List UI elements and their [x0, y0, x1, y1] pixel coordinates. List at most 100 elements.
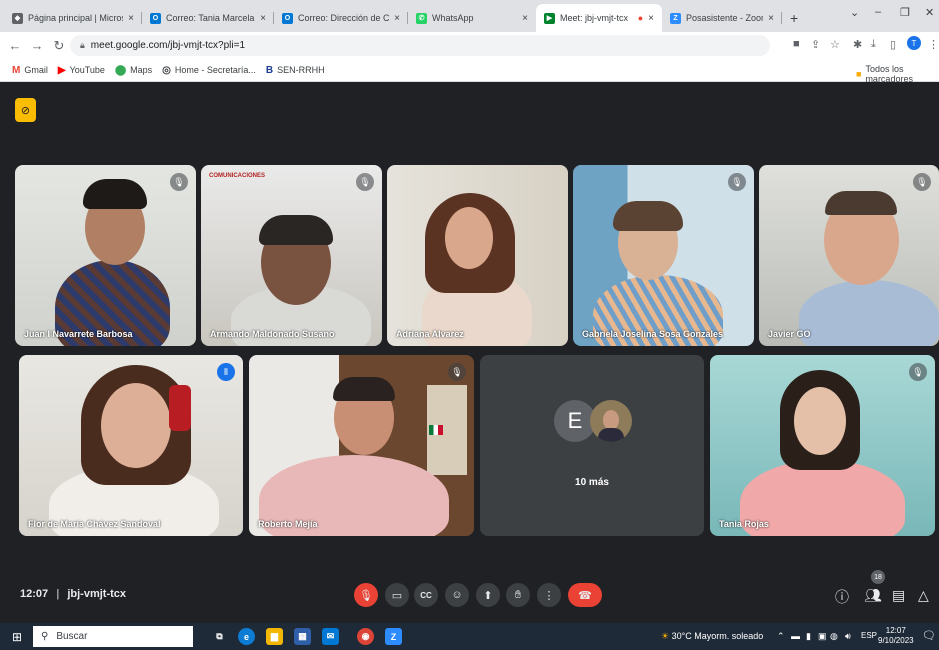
reload-icon[interactable]: ↻ — [48, 38, 70, 54]
menu-icon[interactable]: ⋮ — [928, 38, 939, 51]
camera-toggle-button[interactable]: ▭ — [385, 583, 409, 607]
usb-icon[interactable]: ▮ — [806, 631, 811, 642]
display-icon[interactable]: ▣ — [818, 631, 827, 642]
weather-widget[interactable]: ☀ 30°C Mayorm. soleado — [661, 631, 763, 642]
bookmark-item[interactable]: ▶ YouTube — [58, 65, 105, 76]
taskbar-search[interactable]: ⚲ Buscar — [33, 626, 193, 647]
tab-close-icon[interactable]: × — [522, 13, 528, 24]
tab-title: Posasistente - Zoom — [686, 13, 764, 23]
mic-muted-icon: 🎙︎ — [170, 173, 188, 191]
tab-close-icon[interactable]: × — [260, 13, 266, 24]
bookmark-item[interactable]: B SEN-RRHH — [266, 65, 325, 76]
mail-icon[interactable]: ✉ — [322, 628, 339, 645]
tab-favicon-icon: ✆ — [416, 12, 427, 24]
bookmark-item[interactable]: ⬤ Maps — [115, 65, 152, 76]
participant-tile[interactable]: 🎙︎ Gabriela Joselina Sosa Gonzales — [573, 165, 754, 346]
reactions-button[interactable]: ☺ — [445, 583, 469, 607]
captions-button[interactable]: CC — [414, 583, 438, 607]
activities-icon[interactable]: △ — [918, 587, 929, 604]
tab-search-icon[interactable]: ⌄ — [850, 6, 859, 19]
speaking-indicator-icon: ⦀ — [217, 363, 235, 381]
close-window-icon[interactable]: ✕ — [925, 6, 934, 19]
chat-icon[interactable]: ▤ — [892, 587, 905, 604]
bookmarks-bar: M Gmail ▶ YouTube ⬤ Maps ◎ Home - Secretaría...… — [0, 59, 939, 82]
raise-hand-button[interactable]: ✋︎ — [506, 583, 530, 607]
profile-avatar[interactable]: T — [907, 36, 921, 50]
tab-close-icon[interactable]: × — [648, 13, 654, 24]
volume-icon[interactable]: 🔊︎ — [845, 631, 851, 642]
folder-icon: ■ — [856, 69, 862, 79]
url-text: meet.google.com/jbj-vmjt-tcx?pli=1 — [90, 40, 246, 51]
wifi-icon[interactable]: ◍ — [830, 631, 838, 642]
participant-tile[interactable]: 🎙︎ Javier GO — [759, 165, 939, 346]
restore-icon[interactable]: ❐ — [900, 6, 910, 19]
mic-muted-icon: 🎙︎ — [913, 173, 931, 191]
browser-tab[interactable]: O Correo: Tania Marcela Rojas × — [142, 4, 274, 32]
lock-icon: 🔒︎ — [80, 40, 85, 50]
mic-muted-icon: 🎙︎ — [909, 363, 927, 381]
minimize-icon[interactable]: – — [875, 6, 881, 18]
meeting-clock: 12:07 — [20, 588, 49, 600]
language-indicator[interactable]: ESP — [861, 631, 877, 640]
tray-chevron-icon[interactable]: ⌃ — [777, 631, 785, 642]
side-panel-icon[interactable]: ▯ — [890, 38, 896, 51]
browser-tab[interactable]: Z Posasistente - Zoom × — [662, 4, 782, 32]
participant-name: Javier GO — [768, 329, 811, 339]
avatar — [590, 400, 632, 442]
back-icon[interactable]: ← — [4, 38, 26, 53]
tab-close-icon[interactable]: × — [394, 13, 400, 24]
share-icon[interactable]: ⇪ — [811, 38, 820, 51]
store-icon[interactable]: ▦ — [294, 628, 311, 645]
extensions-icon[interactable]: ✱ — [853, 38, 862, 51]
mic-muted-icon: 🎙︎ — [448, 363, 466, 381]
chrome-icon[interactable]: ◉ — [357, 628, 374, 645]
participant-name: Tania Rojas — [719, 519, 769, 529]
task-view-icon[interactable]: ⧉ — [211, 628, 228, 645]
bookmark-item[interactable]: M Gmail — [12, 65, 48, 76]
notification-icon[interactable]: 🗨︎ — [922, 629, 936, 642]
participant-tile[interactable]: Adriana Alvarez — [387, 165, 568, 346]
meeting-details-info-icon[interactable]: ⓘ — [835, 587, 849, 607]
tab-favicon-icon: Z — [670, 12, 681, 24]
bookmark-favicon-icon: ⬤ — [114, 64, 127, 76]
browser-tab[interactable]: O Correo: Dirección de Coopera × — [274, 4, 408, 32]
windows-start-icon[interactable]: ⊞ — [12, 630, 22, 644]
tab-close-icon[interactable]: × — [128, 13, 134, 24]
search-icon: ⚲ — [41, 631, 49, 642]
taskbar-clock[interactable]: 12:07 9/10/2023 — [878, 626, 914, 646]
browser-tab[interactable]: ◆ Página principal | Microsoft × — [4, 4, 142, 32]
bookmark-label: Home - Secretaría... — [174, 65, 256, 75]
mic-toggle-button[interactable]: 🎙︎ — [354, 583, 378, 607]
browser-tab[interactable]: ✆ WhatsApp × — [408, 4, 536, 32]
download-icon[interactable]: ⤓ — [871, 38, 876, 51]
present-button[interactable]: ⬆ — [476, 583, 500, 607]
participant-tile[interactable]: COMUNICACIONES 🎙︎ Armando Maldonado Susa… — [201, 165, 382, 346]
people-icon[interactable]: 👥︎ — [864, 587, 882, 604]
leave-call-button[interactable]: ☎︎ — [568, 583, 602, 607]
participant-tile[interactable]: 🎙︎ Juan I Navarrete Barbosa — [15, 165, 196, 346]
new-tab-button[interactable]: + — [782, 4, 806, 32]
tab-close-icon[interactable]: × — [768, 13, 774, 24]
participant-tile[interactable]: 🎙︎ Tania Rojas — [710, 355, 935, 536]
camera-indicator-icon[interactable]: ■ — [793, 38, 800, 50]
address-bar[interactable]: 🔒︎ meet.google.com/jbj-vmjt-tcx?pli=1 — [70, 35, 770, 56]
no-recording-badge-icon[interactable]: ⊘ — [15, 98, 36, 122]
all-bookmarks[interactable]: ■ Todos los marcadores — [856, 64, 939, 84]
more-participants-tile[interactable]: E 10 más — [480, 355, 704, 536]
participant-tile[interactable]: 🎙︎ Roberto Mejía — [249, 355, 474, 536]
bookmark-item[interactable]: ◎ Home - Secretaría... — [162, 65, 256, 76]
participant-tile-active-speaker[interactable]: ⦀ Flor de María Chávez Sandoval — [19, 355, 243, 536]
forward-icon[interactable]: → — [26, 38, 48, 53]
zoom-icon[interactable]: Z — [385, 628, 402, 645]
network-icon[interactable]: ▬ — [791, 631, 800, 641]
more-options-button[interactable]: ⋮ — [537, 583, 561, 607]
bookmark-label: Maps — [130, 65, 153, 75]
file-explorer-icon[interactable]: ▆ — [266, 628, 283, 645]
meet-stage: ⊘ 🎙︎ Juan I Navarrete Barbosa COMUNICACI… — [0, 82, 939, 623]
edge-icon[interactable]: e — [238, 628, 255, 645]
tab-title: WhatsApp — [432, 13, 474, 23]
bookmark-star-icon[interactable]: ☆ — [830, 38, 840, 51]
mic-off-icon: 🎙︎ — [359, 589, 373, 602]
browser-tab[interactable]: ▶ Meet: jbj-vmjt-tcx ● × — [536, 4, 662, 32]
participant-name: Adriana Alvarez — [396, 329, 464, 339]
